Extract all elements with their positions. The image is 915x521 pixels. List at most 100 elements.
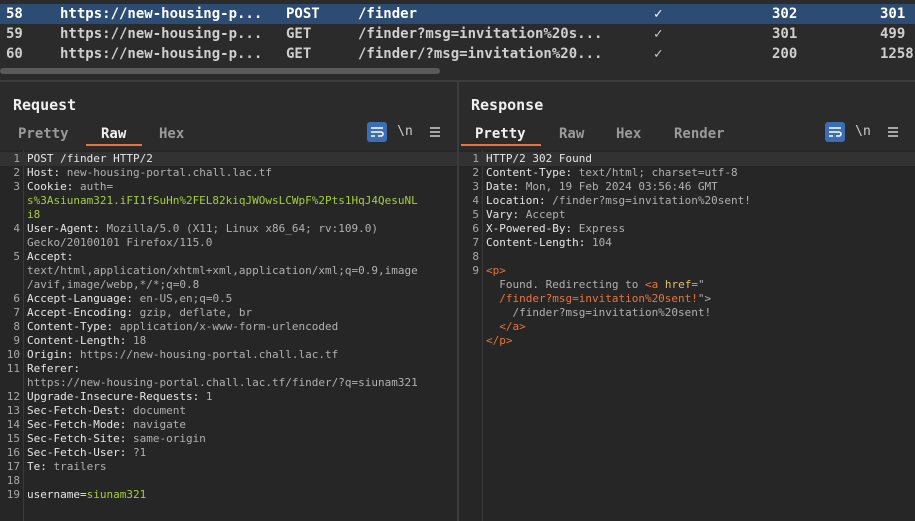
response-tab-hex[interactable]: Hex <box>616 124 641 144</box>
code-line: 1 POST /finder HTTP/2 <box>0 152 457 166</box>
line-number: 9 <box>472 264 479 277</box>
menu-icon[interactable] <box>425 122 445 142</box>
horizontal-scrollbar[interactable] <box>0 66 915 76</box>
line-number: 5 <box>13 250 20 263</box>
line-text: text/html,application/xhtml+xml,applicat… <box>27 264 418 277</box>
line-text: Accept: <box>27 250 74 263</box>
menu-icon[interactable] <box>883 122 903 142</box>
response-editor[interactable]: 1 HTTP/2 302 Found 2 Content-Type: text/htm… <box>459 150 915 521</box>
cell-num: 58 <box>6 6 23 22</box>
code-line: 10 Origin: https://new-housing-portal.cha… <box>0 348 457 362</box>
code-line: 19 username=siunam321 <box>0 488 457 502</box>
line-text: /avif,image/webp,*/*;q=0.8 <box>27 278 200 291</box>
line-text: <p> <box>486 264 506 277</box>
line-text: Upgrade-Insecure-Requests: 1 <box>27 390 213 403</box>
line-number: 19 <box>6 488 20 501</box>
code-line: 12 Upgrade-Insecure-Requests: 1 <box>0 390 457 404</box>
code-line: i8 <box>0 208 457 222</box>
show-newlines-toggle[interactable]: \n <box>853 122 873 142</box>
code-line: /finder?msg=invitation%20sent! <box>459 306 915 320</box>
code-line: </p> <box>459 334 915 348</box>
cell-method: POST <box>286 6 320 22</box>
code-line: Gecko/20100101 Firefox/115.0 <box>0 236 457 250</box>
word-wrap-icon[interactable] <box>825 122 845 142</box>
line-text: Content-Type: application/x-www-form-url… <box>27 320 339 333</box>
cell-url: /finder/?msg=invitation%20... <box>358 46 603 62</box>
code-line: 3 Date: Mon, 19 Feb 2024 03:56:46 GMT <box>459 180 915 194</box>
request-editor[interactable]: 1 POST /finder HTTP/2 2 Host: new-housing-p… <box>0 150 457 521</box>
word-wrap-icon[interactable] <box>367 122 387 142</box>
code-line: </a> <box>459 320 915 334</box>
code-line: s%3Asiunam321.iFI1fSuHn%2FEL82kiqJWOwsLC… <box>0 194 457 208</box>
line-number: 4 <box>13 222 20 235</box>
code-line: text/html,application/xhtml+xml,applicat… <box>0 264 457 278</box>
code-line: 17 Te: trailers <box>0 460 457 474</box>
table-row[interactable]: 59 https://new-housing-p... GET/finder?msg… <box>0 24 915 44</box>
line-number: 1 <box>472 152 479 165</box>
cell-check: ✓ <box>654 26 663 42</box>
request-tab-raw[interactable]: Raw <box>101 124 126 144</box>
show-newlines-toggle[interactable]: \n <box>395 122 415 142</box>
response-tab-raw[interactable]: Raw <box>559 124 584 144</box>
code-line: 9 <p> <box>459 264 915 278</box>
line-text: username=siunam321 <box>27 488 147 501</box>
scrollbar-thumb[interactable] <box>0 68 440 74</box>
line-text: Vary: Accept <box>486 208 566 221</box>
line-number: 10 <box>6 348 20 361</box>
line-number: 17 <box>6 460 20 473</box>
line-text: HTTP/2 302 Found <box>486 152 592 165</box>
code-line: 3 Cookie: auth= <box>0 180 457 194</box>
code-line: 4 Location: /finder?msg=invitation%20sent… <box>459 194 915 208</box>
cell-host: https://new-housing-p... <box>60 46 263 62</box>
line-text: Found. Redirecting to <a href=" <box>486 278 705 291</box>
line-number: 14 <box>6 418 20 431</box>
request-tab-hex[interactable]: Hex <box>159 124 184 144</box>
table-row[interactable]: 60 https://new-housing-p... GET/finder/?ms… <box>0 44 915 64</box>
response-tab-render[interactable]: Render <box>674 124 725 144</box>
line-text: /finder?msg=invitation%20sent! <box>486 306 712 319</box>
cell-length: 301 <box>880 6 906 22</box>
request-pane: Request Pretty Raw Hex \n 1 POST /finder … <box>0 82 457 521</box>
code-line: 9 Content-Length: 18 <box>0 334 457 348</box>
line-text: Sec-Fetch-Site: same-origin <box>27 432 206 445</box>
code-line: 16 Sec-Fetch-User: ?1 <box>0 446 457 460</box>
line-number: 6 <box>13 292 20 305</box>
cell-url: /finder?msg=invitation%20s... <box>358 26 603 42</box>
line-text: Sec-Fetch-Dest: document <box>27 404 186 417</box>
code-line: Found. Redirecting to <a href=" <box>459 278 915 292</box>
cell-status: 302 <box>772 6 798 22</box>
line-number: 9 <box>13 334 20 347</box>
line-text: POST /finder HTTP/2 <box>27 152 153 165</box>
line-number: 7 <box>472 236 479 249</box>
code-line: 1 HTTP/2 302 Found <box>459 152 915 166</box>
response-tab-pretty[interactable]: Pretty <box>475 124 526 144</box>
line-text: i8 <box>27 208 41 221</box>
table-row[interactable]: 58 https://new-housing-p... POST/finder ✓ 30… <box>0 4 915 24</box>
line-text: Cookie: auth= <box>27 180 114 193</box>
cell-status: 200 <box>772 46 798 62</box>
code-line: 5 Vary: Accept <box>459 208 915 222</box>
cell-check: ✓ <box>654 6 663 22</box>
line-text: Date: Mon, 19 Feb 2024 03:56:46 GMT <box>486 180 718 193</box>
cell-method: GET <box>286 26 312 42</box>
request-tab-pretty[interactable]: Pretty <box>18 124 69 144</box>
code-line: 4 User-Agent: Mozilla/5.0 (X11; Linux x86… <box>0 222 457 236</box>
code-line: 15 Sec-Fetch-Site: same-origin <box>0 432 457 446</box>
line-text: Content-Length: 104 <box>486 236 612 249</box>
line-text: Accept-Encoding: gzip, deflate, br <box>27 306 253 319</box>
code-line: 2 Content-Type: text/html; charset=utf-8 <box>459 166 915 180</box>
line-text: https://new-housing-portal.chall.lac.tf/… <box>27 376 418 389</box>
line-number: 12 <box>6 390 20 403</box>
line-text: Referer: <box>27 362 80 375</box>
line-text: Gecko/20100101 Firefox/115.0 <box>27 236 213 249</box>
line-text: X-Powered-By: Express <box>486 222 626 235</box>
active-tab-indicator <box>461 144 541 146</box>
line-text: Te: trailers <box>27 460 107 473</box>
code-line: 13 Sec-Fetch-Dest: document <box>0 404 457 418</box>
line-text: Sec-Fetch-User: ?1 <box>27 446 147 459</box>
line-text: Content-Type: text/html; charset=utf-8 <box>486 166 738 179</box>
code-line: /avif,image/webp,*/*;q=0.8 <box>0 278 457 292</box>
request-title: Request <box>13 96 77 114</box>
cell-num: 60 <box>6 46 23 62</box>
line-text: </p> <box>486 334 513 347</box>
